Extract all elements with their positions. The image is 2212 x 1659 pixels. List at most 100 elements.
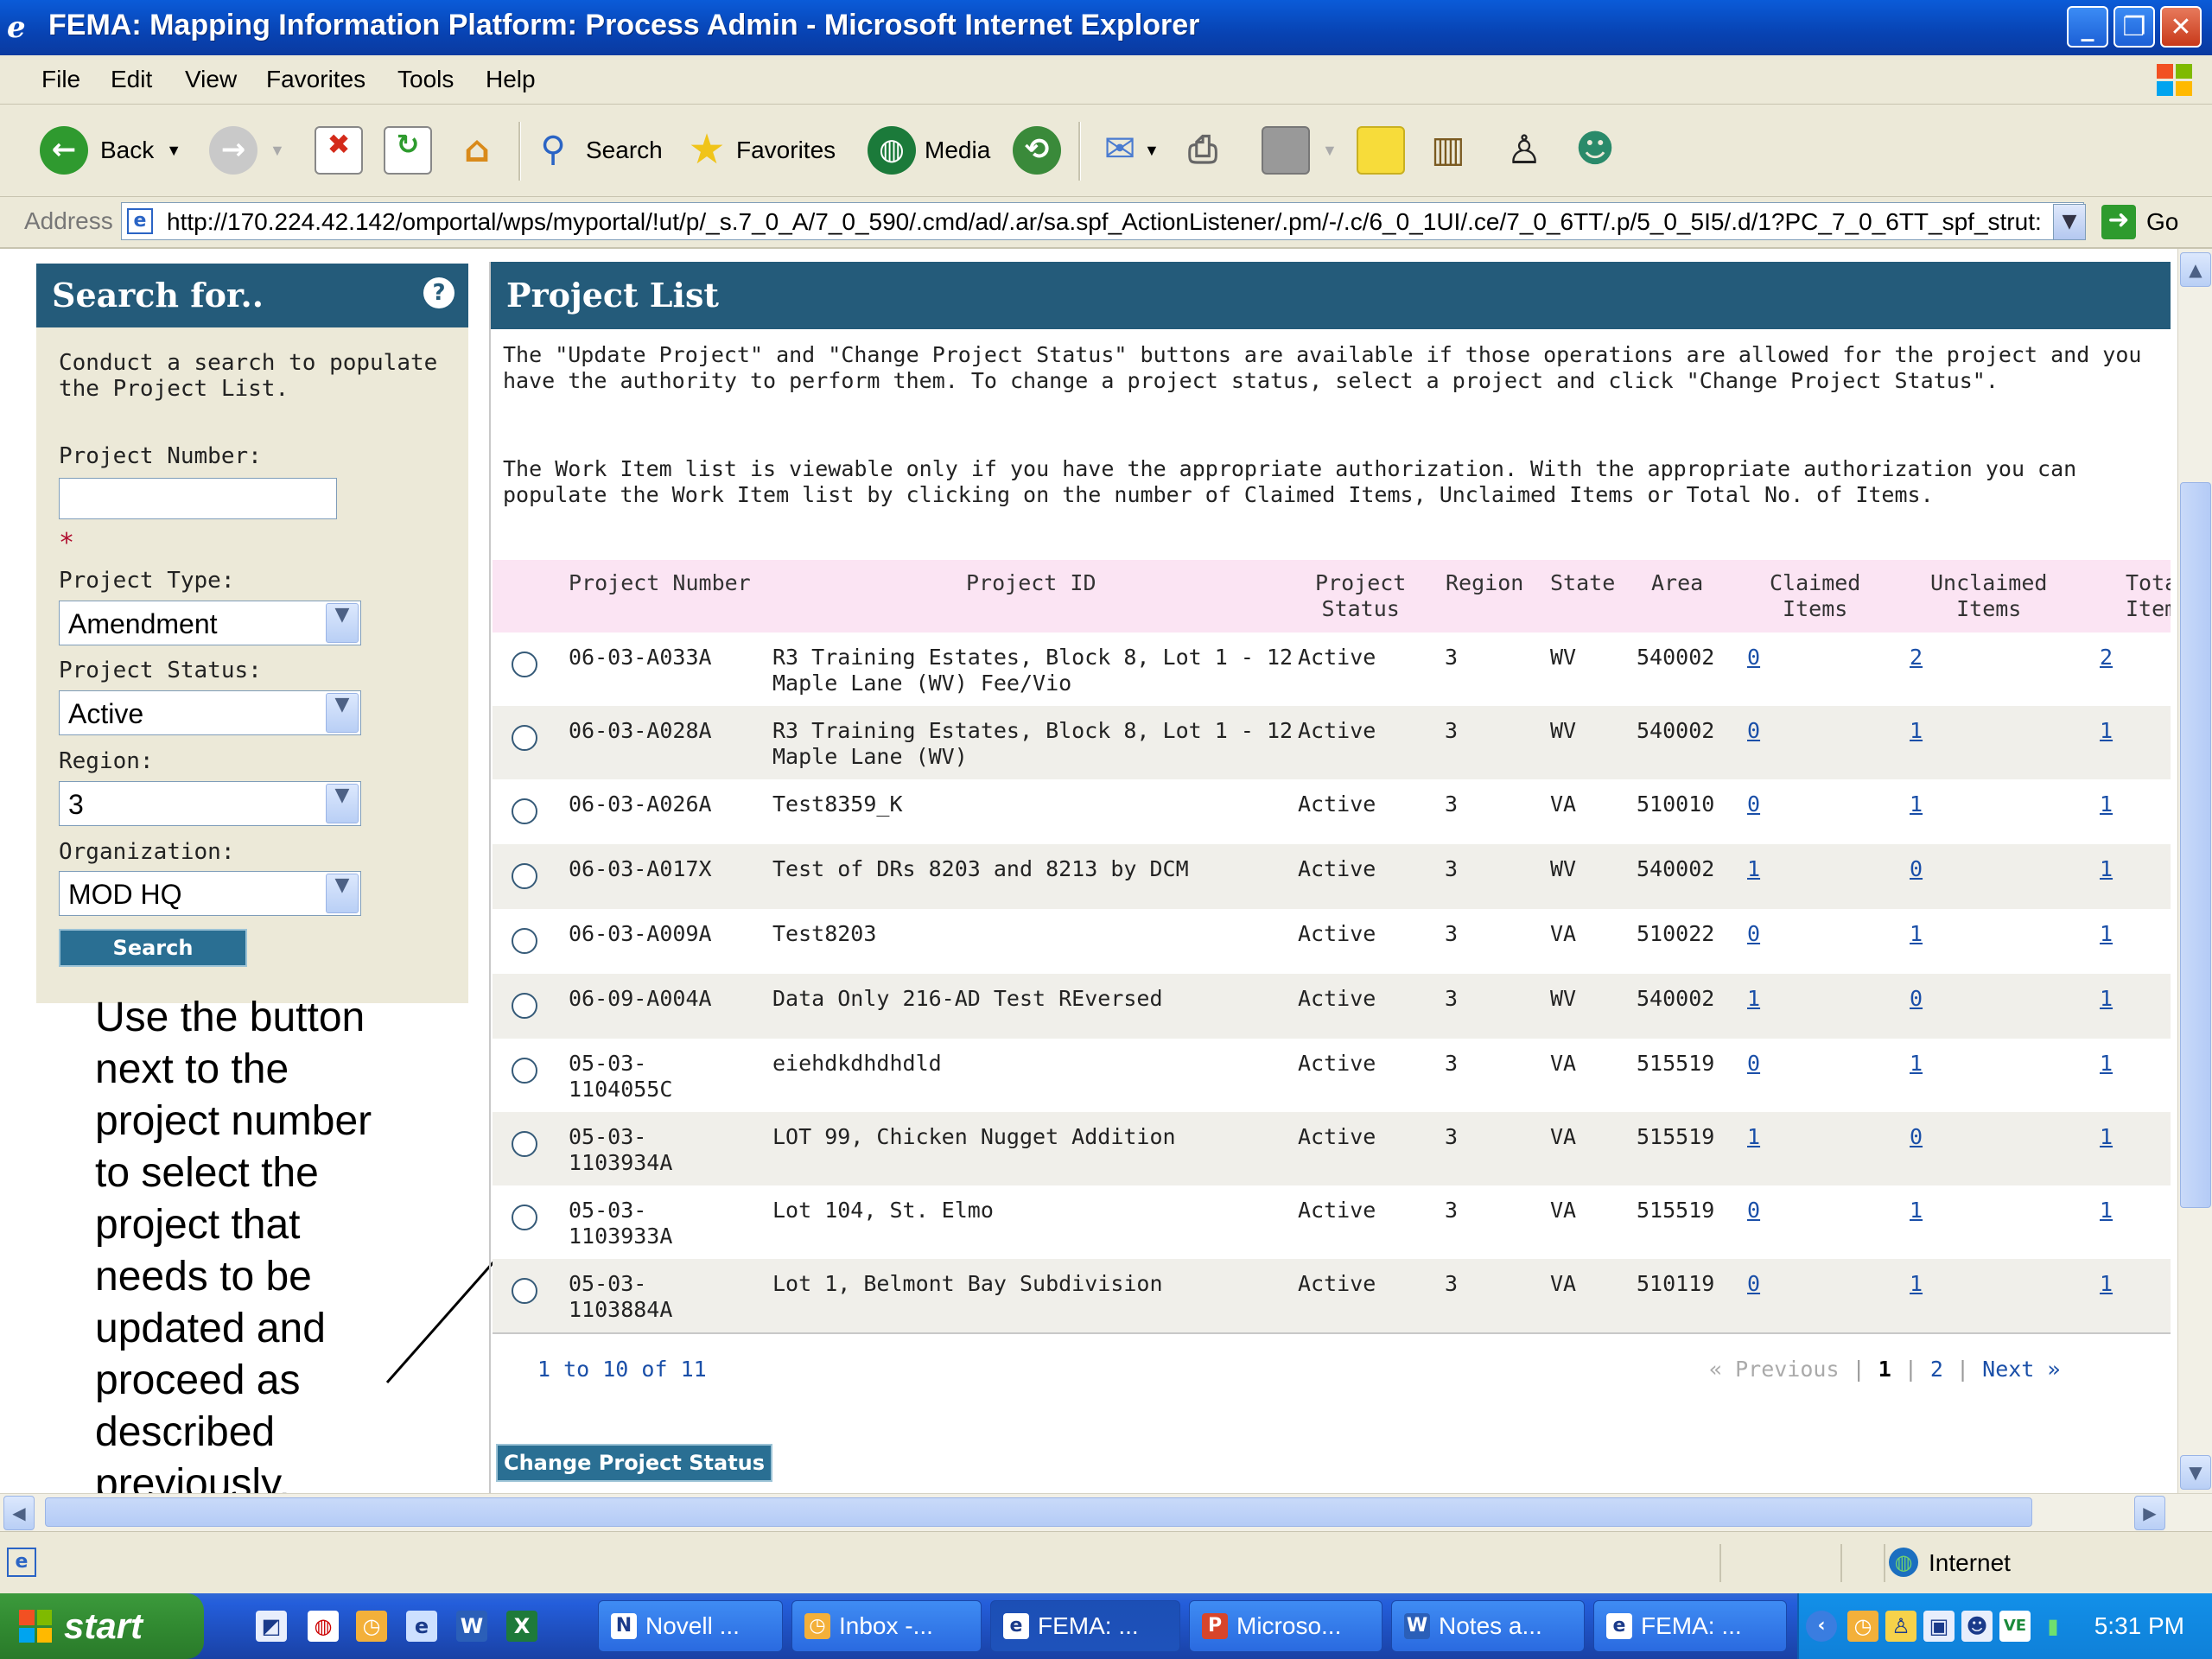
cell-unclaimed-items[interactable]: 1 [1910, 1198, 1923, 1224]
cell-total-items[interactable]: 1 [2100, 986, 2113, 1012]
scroll-up-icon[interactable]: ▲ [2180, 252, 2211, 287]
minimize-button[interactable]: _ [2067, 6, 2108, 48]
row-select-radio[interactable] [512, 652, 537, 677]
cell-unclaimed-items[interactable]: 0 [1910, 856, 1923, 882]
cell-total-items[interactable]: 1 [2100, 791, 2113, 817]
cell-claimed-items[interactable]: 0 [1747, 1051, 1760, 1077]
row-select-radio[interactable] [512, 1205, 537, 1230]
chevron-down-icon[interactable]: ▼ [326, 693, 359, 733]
cell-unclaimed-items[interactable]: 1 [1910, 1271, 1923, 1297]
row-select-radio[interactable] [512, 1131, 537, 1157]
help-icon[interactable]: ? [423, 277, 454, 308]
print-button[interactable]: ⎙ [1179, 120, 1227, 181]
cell-total-items[interactable]: 1 [2100, 1051, 2113, 1077]
home-button[interactable]: ⌂ [453, 120, 501, 181]
project-status-select[interactable]: Active ▼ [59, 690, 361, 735]
tray-antivirus-icon[interactable]: VE [1999, 1611, 2031, 1642]
menu-help[interactable]: Help [486, 66, 536, 93]
cell-total-items[interactable]: 1 [2100, 921, 2113, 947]
table-row[interactable]: 05-03- 1103933A Lot 104, St. Elmo Active 3 V… [493, 1185, 2171, 1259]
quicklaunch-globe-icon[interactable]: ◍ [308, 1611, 339, 1642]
chevron-down-icon[interactable]: ▼ [270, 142, 285, 160]
cell-claimed-items[interactable]: 0 [1747, 921, 1760, 947]
row-select-radio[interactable] [512, 1278, 537, 1304]
cell-unclaimed-items[interactable]: 1 [1910, 718, 1923, 744]
contacts-button[interactable]: ☻ [1571, 120, 1619, 181]
horizontal-scroll-thumb[interactable] [45, 1497, 2032, 1527]
cell-claimed-items[interactable]: 0 [1747, 1198, 1760, 1224]
change-project-status-button[interactable]: Change Project Status [496, 1444, 772, 1482]
cell-claimed-items[interactable]: 0 [1747, 645, 1760, 671]
quicklaunch-excel-icon[interactable]: X [506, 1611, 537, 1642]
vertical-scroll-thumb[interactable] [2180, 482, 2211, 1208]
close-button[interactable]: ✕ [2160, 6, 2202, 48]
cell-total-items[interactable]: 1 [2100, 1124, 2113, 1150]
row-select-radio[interactable] [512, 928, 537, 954]
cell-total-items[interactable]: 1 [2100, 718, 2113, 744]
cell-claimed-items[interactable]: 1 [1747, 1124, 1760, 1150]
menu-view[interactable]: View [185, 66, 237, 93]
pager-page-1[interactable]: 1 [1878, 1357, 1891, 1382]
cell-unclaimed-items[interactable]: 2 [1910, 645, 1923, 671]
chevron-down-icon[interactable]: ▼ [166, 142, 181, 160]
search-button[interactable]: Search [59, 929, 247, 967]
task-inbox[interactable]: ◷ Inbox -... [791, 1600, 982, 1652]
cell-unclaimed-items[interactable]: 1 [1910, 1051, 1923, 1077]
cell-total-items[interactable]: 1 [2100, 1198, 2113, 1224]
row-select-radio[interactable] [512, 1058, 537, 1084]
horizontal-scrollbar[interactable]: ◀ ▶ [0, 1493, 2212, 1532]
cell-unclaimed-items[interactable]: 0 [1910, 986, 1923, 1012]
tray-network-icon[interactable]: ▣ [1923, 1611, 1955, 1642]
menu-favorites[interactable]: Favorites [266, 66, 365, 93]
cell-unclaimed-items[interactable]: 1 [1910, 791, 1923, 817]
chevron-down-icon[interactable]: ▼ [326, 874, 359, 913]
task-microsoft[interactable]: P Microso... [1189, 1600, 1382, 1652]
pager-page-2[interactable]: 2 [1930, 1357, 1943, 1382]
table-row[interactable]: 05-03- 1103934A LOT 99, Chicken Nugget Ad… [493, 1112, 2171, 1185]
vertical-scrollbar[interactable]: ▲ ▼ [2177, 249, 2212, 1493]
edit-button[interactable]: ▼ [1262, 120, 1338, 181]
chevron-down-icon[interactable]: ▼ [326, 603, 359, 643]
table-row[interactable]: 06-03-A026A Test8359_K Active 3 VA 510010 0 1 1 [493, 779, 2171, 844]
address-dropdown-button[interactable]: ▼ [2053, 204, 2086, 240]
table-row[interactable]: 06-03-A009A Test8203 Active 3 VA 510022 0 1 1 [493, 909, 2171, 974]
history-button[interactable]: ⟲ [1013, 120, 1061, 181]
cell-claimed-items[interactable]: 0 [1747, 718, 1760, 744]
research-button[interactable]: ▥ [1424, 120, 1472, 181]
cell-total-items[interactable]: 1 [2100, 856, 2113, 882]
task-fema-active[interactable]: e FEMA: ... [990, 1600, 1180, 1652]
cell-total-items[interactable]: 1 [2100, 1271, 2113, 1297]
stop-button[interactable]: ✖ [315, 120, 363, 181]
project-type-select[interactable]: Amendment ▼ [59, 601, 361, 645]
table-row[interactable]: 06-03-A017X Test of DRs 8203 and 8213 by … [493, 844, 2171, 909]
media-button[interactable]: ◍ Media [868, 120, 990, 181]
pager-next[interactable]: Next » [1982, 1357, 2060, 1382]
cell-unclaimed-items[interactable]: 0 [1910, 1124, 1923, 1150]
notes-button[interactable] [1357, 120, 1405, 181]
table-row[interactable]: 06-03-A033A R3 Training Estates, Block 8,… [493, 632, 2171, 706]
quicklaunch-clock-icon[interactable]: ◷ [356, 1611, 387, 1642]
quicklaunch-outlook-icon[interactable]: ◩ [256, 1611, 287, 1642]
refresh-button[interactable]: ↻ [384, 120, 432, 181]
tray-expand-icon[interactable]: ‹ [1806, 1611, 1837, 1642]
scroll-right-icon[interactable]: ▶ [2134, 1496, 2165, 1530]
start-button[interactable]: start [0, 1593, 204, 1659]
messenger-button[interactable]: ♙ [1500, 120, 1548, 181]
scroll-down-icon[interactable]: ▼ [2180, 1455, 2211, 1490]
quicklaunch-ie-icon[interactable]: e [406, 1611, 437, 1642]
address-url[interactable]: http://170.224.42.142/omportal/wps/mypor… [167, 208, 2042, 236]
project-number-input[interactable] [59, 478, 337, 519]
table-row[interactable]: 06-09-A004A Data Only 216-AD Test REverse… [493, 974, 2171, 1039]
go-button[interactable]: ➜ Go [2101, 204, 2178, 240]
task-novell[interactable]: N Novell ... [598, 1600, 783, 1652]
tray-clock-icon[interactable]: ◷ [1847, 1611, 1878, 1642]
chevron-down-icon[interactable]: ▼ [1322, 142, 1338, 160]
tray-users-icon[interactable]: ☻ [1961, 1611, 1993, 1642]
task-notes[interactable]: W Notes a... [1391, 1600, 1585, 1652]
search-toolbar-button[interactable]: ⚲ Search [529, 120, 662, 181]
row-select-radio[interactable] [512, 863, 537, 889]
menu-file[interactable]: File [41, 66, 80, 93]
menu-tools[interactable]: Tools [397, 66, 454, 93]
organization-select[interactable]: MOD HQ ▼ [59, 871, 361, 916]
tray-person-icon[interactable]: ♙ [1885, 1611, 1916, 1642]
